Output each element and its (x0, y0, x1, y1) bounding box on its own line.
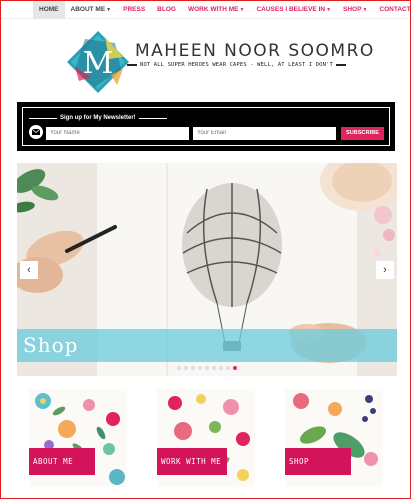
nav-item-home[interactable]: Home (33, 1, 65, 19)
tile-label: WORK WITH ME (157, 448, 227, 475)
nav-label: Press (123, 5, 146, 13)
slider-dot[interactable] (226, 366, 230, 370)
nav-item-blog[interactable]: Blog (151, 1, 182, 19)
newsletter-box: Sign up for My Newsletter! SUBSCRIBE (17, 102, 395, 151)
nav-label: Work With Me (187, 5, 239, 13)
slider-dot[interactable] (184, 366, 188, 370)
tile-label: ABOUT ME (29, 448, 95, 475)
caret-down-icon: ▼ (362, 6, 368, 13)
mail-icon (29, 125, 43, 139)
slider-dot[interactable] (191, 366, 195, 370)
logo-mark-icon: M (67, 31, 129, 93)
site-logo[interactable]: M MAHEEN NOOR SOOMRO NOT ALL SUPER HEROE… (65, 29, 373, 95)
caret-down-icon: ▼ (326, 6, 332, 13)
divider (335, 64, 346, 66)
nav-label: Shop (343, 5, 362, 13)
email-input[interactable] (193, 127, 336, 140)
nav-item-causes[interactable]: Causes I Believe In▼ (250, 1, 337, 19)
slider-dot[interactable] (205, 366, 209, 370)
nav-label: Blog (157, 5, 176, 13)
slide-caption[interactable]: Shop (23, 333, 78, 357)
nav-label: Home (39, 5, 59, 13)
tile-work-with-me[interactable]: WORK WITH ME (157, 389, 255, 487)
newsletter-title: Sign up for My Newsletter! (60, 115, 136, 121)
newsletter-inner: Sign up for My Newsletter! SUBSCRIBE (22, 107, 390, 146)
divider (127, 64, 137, 66)
caret-down-icon: ▼ (106, 6, 112, 13)
tile-label: SHOP (285, 448, 351, 475)
main-nav: Home About Me▼ Press Blog Work With Me▼ … (1, 1, 410, 19)
nav-item-press[interactable]: Press (117, 1, 151, 19)
nav-item-work-with-me[interactable]: Work With Me▼ (182, 1, 251, 19)
nav-item-shop[interactable]: Shop▼ (337, 1, 373, 19)
nav-label: About Me (70, 5, 106, 13)
slider-dot[interactable] (233, 366, 237, 370)
nav-label: Causes I Believe In (256, 5, 326, 13)
caret-down-icon: ▼ (239, 6, 245, 13)
divider (138, 117, 167, 119)
tagline-row: NOT ALL SUPER HEROES WEAR CAPES - WELL, … (127, 62, 346, 68)
subscribe-button[interactable]: SUBSCRIBE (341, 127, 384, 140)
hero-slider: Shop ‹ › (17, 163, 397, 376)
nav-label: Contact (379, 5, 411, 13)
nav-item-about-me[interactable]: About Me▼ (65, 1, 118, 19)
tile-about-me[interactable]: ABOUT ME (29, 389, 127, 487)
slider-next-arrow-icon[interactable]: › (376, 261, 394, 279)
page-frame: Home About Me▼ Press Blog Work With Me▼ … (0, 0, 411, 499)
logo-letter: M (83, 46, 114, 81)
name-input[interactable] (46, 127, 189, 140)
newsletter-title-row: Sign up for My Newsletter! (29, 115, 167, 121)
tagline: NOT ALL SUPER HEROES WEAR CAPES - WELL, … (140, 62, 333, 68)
nav-item-contact[interactable]: Contact (373, 1, 411, 19)
slider-dot[interactable] (177, 366, 181, 370)
tile-shop[interactable]: SHOP (285, 389, 383, 487)
slider-dots (177, 366, 240, 370)
slider-dot[interactable] (198, 366, 202, 370)
slider-prev-arrow-icon[interactable]: ‹ (20, 261, 38, 279)
brand-name: MAHEEN NOOR SOOMRO (135, 41, 375, 61)
divider (29, 117, 57, 119)
slider-dot[interactable] (212, 366, 216, 370)
slider-dot[interactable] (219, 366, 223, 370)
